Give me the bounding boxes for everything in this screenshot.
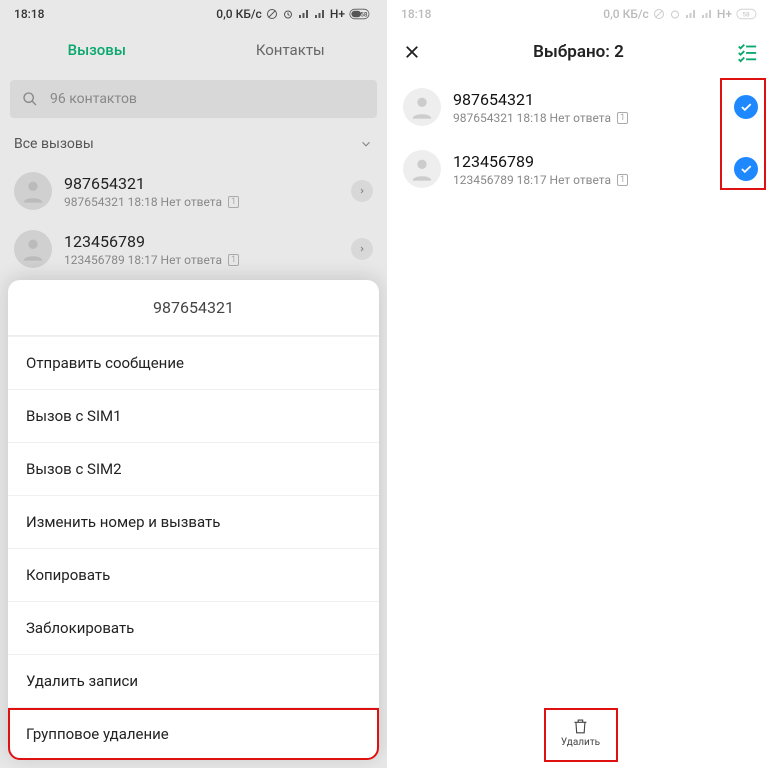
signal-icon-2 <box>701 8 713 20</box>
tab-calls[interactable]: Вызовы <box>0 41 194 59</box>
close-icon <box>403 43 421 61</box>
delete-label: Удалить <box>561 737 600 748</box>
call-text: 123456789 123456789 18:17 Нет ответа 1 <box>453 152 722 187</box>
trash-icon <box>572 717 590 735</box>
call-number: 987654321 <box>64 174 339 193</box>
sim-badge: 1 <box>617 174 628 186</box>
battery-icon: 58 <box>736 8 760 20</box>
svg-text:58: 58 <box>360 10 368 18</box>
selection-title: Выбрано: 2 <box>421 42 736 62</box>
alarm-icon <box>669 8 681 20</box>
person-icon <box>19 177 47 205</box>
call-text: 987654321 987654321 18:18 Нет ответа 1 <box>453 90 722 125</box>
tab-bar: Вызовы Контакты <box>0 28 387 72</box>
action-sheet: 987654321 Отправить сообщение Вызов с SI… <box>8 280 379 760</box>
checkbox-checked[interactable] <box>734 95 758 119</box>
pane-left: 18:18 0,0 КБ/с H+ 58 Вызовы Контакты 96 … <box>0 0 387 768</box>
avatar <box>403 150 441 188</box>
filter-label: Все вызовы <box>14 136 94 152</box>
sheet-title: 987654321 <box>8 280 379 336</box>
selection-row[interactable]: 987654321 987654321 18:18 Нет ответа 1 <box>387 76 774 138</box>
sheet-copy[interactable]: Копировать <box>8 548 379 601</box>
delete-button[interactable]: Удалить <box>549 709 612 756</box>
sim-badge: 1 <box>617 112 628 124</box>
sheet-group-delete[interactable]: Групповое удаление <box>8 707 379 760</box>
signal-icon-2 <box>314 8 326 20</box>
svg-text:58: 58 <box>742 10 750 18</box>
status-net: H+ <box>717 7 732 21</box>
sheet-call-sim2[interactable]: Вызов с SIM2 <box>8 442 379 495</box>
chevron-right-icon <box>358 187 366 195</box>
sim-badge: 1 <box>228 196 239 208</box>
sheet-block[interactable]: Заблокировать <box>8 601 379 654</box>
call-meta: 987654321 18:18 Нет ответа 1 <box>64 195 339 209</box>
call-meta: 123456789 18:17 Нет ответа 1 <box>453 173 722 187</box>
status-time: 18:18 <box>14 7 44 21</box>
call-text: 123456789 123456789 18:17 Нет ответа 1 <box>64 232 339 267</box>
tab-contacts[interactable]: Контакты <box>194 41 388 59</box>
dnd-icon <box>266 8 278 20</box>
chevron-right-icon <box>358 245 366 253</box>
pane-right: 18:18 0,0 КБ/с H+ 58 Выбрано: 2 98765432… <box>387 0 774 768</box>
checklist-icon <box>736 41 758 63</box>
checkbox-checked[interactable] <box>734 157 758 181</box>
detail-button[interactable] <box>351 180 373 202</box>
status-net: H+ <box>330 7 345 21</box>
call-row[interactable]: 123456789 123456789 18:17 Нет ответа 1 <box>0 220 387 278</box>
search-placeholder: 96 контактов <box>50 91 137 107</box>
sheet-call-sim1[interactable]: Вызов с SIM1 <box>8 389 379 442</box>
check-icon <box>739 100 753 114</box>
chevron-down-icon <box>359 137 373 151</box>
signal-icon <box>685 8 697 20</box>
call-number: 987654321 <box>453 90 722 109</box>
call-meta: 123456789 18:17 Нет ответа 1 <box>64 253 339 267</box>
status-bar: 18:18 0,0 КБ/с H+ 58 <box>387 0 774 28</box>
person-icon <box>19 235 47 263</box>
person-icon <box>408 93 436 121</box>
detail-button[interactable] <box>351 238 373 260</box>
call-text: 987654321 987654321 18:18 Нет ответа 1 <box>64 174 339 209</box>
selection-row[interactable]: 123456789 123456789 18:17 Нет ответа 1 <box>387 138 774 200</box>
call-number: 123456789 <box>64 232 339 251</box>
signal-icon <box>298 8 310 20</box>
select-all-button[interactable] <box>736 41 758 63</box>
call-row[interactable]: 987654321 987654321 18:18 Нет ответа 1 <box>0 162 387 220</box>
status-icons: 0,0 КБ/с H+ 58 <box>216 7 373 21</box>
close-button[interactable] <box>403 43 421 61</box>
sim-badge: 1 <box>228 254 239 266</box>
status-bar: 18:18 0,0 КБ/с H+ 58 <box>0 0 387 28</box>
status-time: 18:18 <box>401 7 431 21</box>
sheet-edit-call[interactable]: Изменить номер и вызвать <box>8 495 379 548</box>
selection-header: Выбрано: 2 <box>387 28 774 76</box>
search-icon <box>22 91 38 107</box>
call-meta: 987654321 18:18 Нет ответа 1 <box>453 111 722 125</box>
avatar <box>403 88 441 126</box>
battery-icon: 58 <box>349 8 373 20</box>
avatar <box>14 230 52 268</box>
person-icon <box>408 155 436 183</box>
check-icon <box>739 162 753 176</box>
dnd-icon <box>653 8 665 20</box>
status-speed: 0,0 КБ/с <box>603 7 649 21</box>
filter-row[interactable]: Все вызовы <box>0 126 387 162</box>
status-icons: 0,0 КБ/с H+ 58 <box>603 7 760 21</box>
call-number: 123456789 <box>453 152 722 171</box>
sheet-send-message[interactable]: Отправить сообщение <box>8 336 379 389</box>
avatar <box>14 172 52 210</box>
search-input[interactable]: 96 контактов <box>10 80 377 118</box>
sheet-delete-records[interactable]: Удалить записи <box>8 654 379 707</box>
alarm-icon <box>282 8 294 20</box>
status-speed: 0,0 КБ/с <box>216 7 262 21</box>
